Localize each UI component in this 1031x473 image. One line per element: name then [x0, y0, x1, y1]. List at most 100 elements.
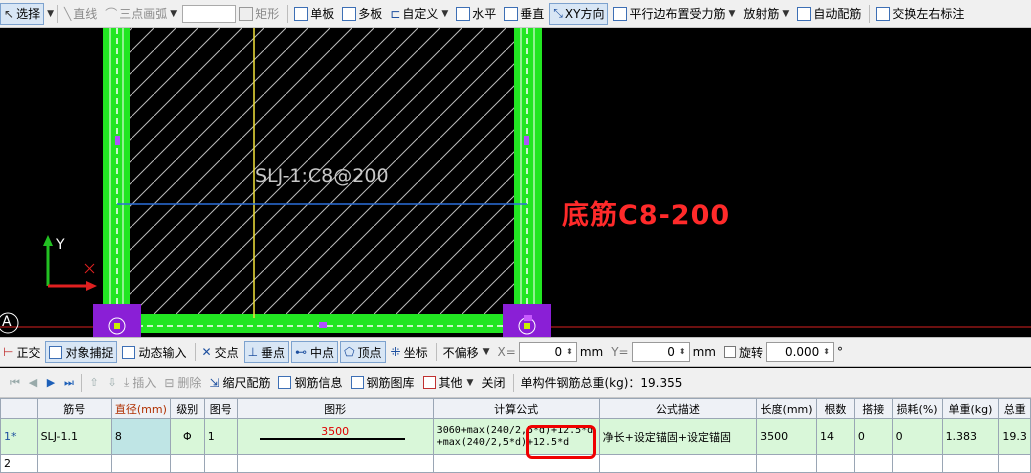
length-cell[interactable]: 3500	[756, 418, 818, 455]
drawing-toolbar: ↖ 选择 ▼ ╲ 直线 ⌒ 三点画弧 ▼ 矩形 单板 多板 ⊏ 自定义 ▼ 水平…	[0, 0, 1031, 28]
row-header[interactable]: 1*	[0, 418, 38, 455]
custom-icon: ⊏	[390, 6, 401, 21]
shape-line	[259, 438, 405, 440]
rebar-label[interactable]: SLJ-1:C8@200	[255, 165, 389, 187]
column-header[interactable]: 公式描述	[598, 398, 758, 419]
auto-rebar-button[interactable]: 自动配筋	[794, 3, 864, 25]
column-header[interactable]: 直径(mm)	[110, 398, 171, 419]
snap-bar: ⊢ 正交 对象捕捉 动态输入 ✕ 交点 ⊥ 垂点 ⊷ 中点 ⬠ 顶点 ⁜ 坐标 …	[0, 337, 1031, 367]
osnap-toggle[interactable]: 对象捕捉	[45, 341, 118, 363]
column-header[interactable]: 搭接	[853, 398, 893, 419]
column-header[interactable]: 图形	[236, 398, 434, 419]
rotate-control: 旋转 0.000 ⬍ °	[721, 341, 846, 363]
intersection-snap[interactable]: ✕ 交点	[199, 341, 242, 363]
midpoint-snap[interactable]: ⊷ 中点	[291, 341, 339, 363]
xy-direction-icon: ⤡	[553, 6, 563, 20]
bar-number-cell[interactable]: SLJ-1.1	[36, 418, 112, 455]
scale-icon: ⇲	[209, 375, 220, 390]
rotate-input[interactable]: 0.000 ⬍	[766, 342, 834, 362]
shape-cell[interactable]: 3500	[236, 418, 434, 455]
editor-separator	[81, 373, 82, 392]
dynamic-input-toggle[interactable]: 动态输入	[119, 341, 189, 363]
scale-rebar-button[interactable]: ⇲ 缩尺配筋	[206, 372, 273, 394]
spinner-icon[interactable]: ⬍	[566, 343, 573, 361]
insert-button[interactable]: ⤓ 插入	[121, 372, 159, 394]
column-header[interactable]: 级别	[169, 398, 205, 419]
table-row[interactable]: 1* SLJ-1.1 8 Φ 1 3500 3060+max(240/2,5*d…	[0, 418, 1031, 455]
move-up-icon[interactable]: ⇧	[85, 376, 103, 389]
rebar-info-button[interactable]: 钢筋信息	[275, 372, 345, 394]
rebar-editor-toolbar: ⏮ ◀ ▶ ⏭ ⇧ ⇩ ⤓ 插入 ⊟ 删除 ⇲ 缩尺配筋 钢筋信息 钢筋图库 其…	[0, 368, 1031, 398]
column-header[interactable]: 单重(kg)	[941, 398, 1000, 419]
close-button[interactable]: 关闭	[478, 372, 508, 394]
arc-icon: ⌒	[105, 7, 118, 21]
column-header[interactable]: 计算公式	[432, 398, 600, 419]
unit-weight-cell[interactable]: 1.383	[941, 418, 1000, 455]
chevron-down-icon: ▼	[728, 8, 736, 19]
slab-right-border	[514, 28, 542, 318]
total-weight-cell[interactable]: 19.3	[998, 418, 1031, 455]
multi-slab-icon	[342, 6, 357, 21]
coordinate-snap[interactable]: ⁜ 坐标	[388, 341, 431, 363]
toolbar-separator	[287, 4, 289, 23]
perpendicular-snap[interactable]: ⊥ 垂点	[243, 341, 290, 363]
prev-record-icon[interactable]: ◀	[24, 376, 42, 389]
lap-cell[interactable]: 0	[853, 418, 893, 455]
parallel-edge-button[interactable]: 平行边布置受力筋 ▼	[610, 3, 738, 25]
custom-button[interactable]: ⊏ 自定义 ▼	[387, 3, 451, 25]
row-header[interactable]: 2	[0, 454, 38, 473]
select-dropdown[interactable]: ▼	[47, 9, 54, 19]
radial-rebar-button[interactable]: 放射筋 ▼	[740, 3, 792, 25]
rotate-checkbox[interactable]	[723, 346, 736, 358]
table-row[interactable]: 2	[0, 454, 1031, 473]
rectangle-button[interactable]: 矩形	[236, 3, 282, 25]
horizontal-button[interactable]: 水平	[453, 3, 499, 25]
y-coordinate: Y= 0 ⬍ mm	[608, 341, 719, 363]
select-button[interactable]: ↖ 选择	[0, 2, 45, 25]
drawing-canvas[interactable]: SLJ-1:C8@200 底筋C8-200 Y A	[0, 28, 1031, 337]
last-record-icon[interactable]: ⏭	[60, 376, 78, 390]
shape-type-select[interactable]	[182, 4, 237, 23]
column-header[interactable]: 总重	[998, 398, 1031, 419]
vertical-button[interactable]: 垂直	[501, 3, 547, 25]
figure-number-cell[interactable]: 1	[203, 418, 238, 455]
offset-mode-select[interactable]: 不偏移 ▼	[440, 341, 493, 363]
move-down-icon[interactable]: ⇩	[103, 376, 121, 389]
column-header[interactable]: 损耗(%)	[891, 398, 943, 419]
coordinate-icon: ⁜	[390, 345, 401, 359]
column-header[interactable]: 根数	[816, 398, 855, 419]
formula-description-cell[interactable]: 净长+设定锚固+设定锚固	[598, 418, 758, 455]
x-coordinate-input[interactable]: 0 ⬍	[518, 342, 577, 362]
rebar-table: 筋号 直径(mm) 级别 图号 图形 计算公式 公式描述 长度(mm) 根数 搭…	[0, 398, 1031, 473]
single-slab-button[interactable]: 单板	[291, 3, 337, 25]
ortho-toggle[interactable]: ⊢ 正交	[0, 341, 43, 363]
snap-separator	[194, 343, 196, 361]
xy-direction-button[interactable]: ⤡ XY方向	[549, 2, 609, 25]
loss-cell[interactable]: 0	[891, 418, 943, 455]
grade-cell[interactable]: Φ	[169, 418, 205, 455]
next-record-icon[interactable]: ▶	[42, 376, 60, 389]
first-record-icon[interactable]: ⏮	[6, 376, 24, 390]
line-button[interactable]: ╲ 直线	[61, 3, 100, 25]
shape-length-value[interactable]: 3500	[238, 425, 432, 438]
y-coordinate-input[interactable]: 0 ⬍	[631, 342, 690, 362]
column-header[interactable]: 长度(mm)	[756, 398, 818, 419]
rebar-library-icon	[350, 376, 364, 389]
vertex-icon: ⬠	[344, 345, 355, 359]
other-menu-button[interactable]: 其他 ▼	[420, 372, 477, 394]
multi-slab-button[interactable]: 多板	[339, 3, 385, 25]
midpoint-icon: ⊷	[295, 345, 308, 359]
axis-y-label: Y	[56, 237, 65, 253]
swap-labels-button[interactable]: 交换左右标注	[873, 3, 967, 25]
spinner-icon[interactable]: ⬍	[823, 343, 830, 361]
vertex-snap[interactable]: ⬠ 顶点	[340, 341, 386, 363]
column-header[interactable]: 筋号	[36, 398, 112, 419]
count-cell[interactable]: 14	[816, 418, 855, 455]
delete-button[interactable]: ⊟ 删除	[161, 372, 204, 394]
column-header[interactable]: 图号	[203, 398, 238, 419]
rebar-library-button[interactable]: 钢筋图库	[348, 372, 418, 394]
arc-button[interactable]: ⌒ 三点画弧 ▼	[102, 3, 180, 25]
diameter-cell[interactable]: 8	[110, 418, 171, 455]
pointer-icon: ↖	[4, 6, 15, 21]
spinner-icon[interactable]: ⬍	[679, 343, 686, 361]
